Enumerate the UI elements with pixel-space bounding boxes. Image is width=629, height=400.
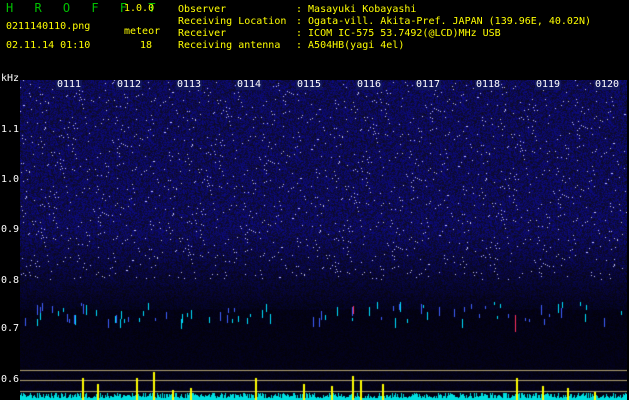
x-tick-label: 0111: [56, 79, 83, 90]
file-name: 0211140110.png: [6, 21, 91, 32]
info-row: Receiving antenna : A504HB(yagi 4el): [178, 40, 591, 52]
meteor-count: 18: [140, 40, 153, 51]
info-key: Observer: [178, 4, 227, 15]
info-row: Observer : Masayuki Kobayashi: [178, 4, 591, 16]
info-row: Receiver : ICOM IC-575 53.7492(@LCD)MHz U…: [178, 28, 591, 40]
app-version: 1.0.0: [124, 3, 155, 14]
station-info: Observer : Masayuki Kobayashi Receiving L…: [178, 4, 591, 52]
info-row: Receiving Location : Ogata-vill. Akita-Pr…: [178, 16, 591, 28]
x-tick-label: 0119: [535, 79, 562, 90]
x-tick-label: 0117: [415, 79, 442, 90]
x-tick-label: 0112: [116, 79, 143, 90]
x-tick-label: 0116: [356, 79, 383, 90]
y-tick-label: 1.1: [1, 124, 20, 135]
meteor-label: meteor: [124, 26, 161, 37]
info-value: : Ogata-vill. Akita-Pref. JAPAN (139.96E…: [296, 16, 592, 27]
y-tick-label: 0.7: [1, 323, 20, 334]
info-key: Receiving Location: [178, 16, 287, 27]
y-tick-label: 0.8: [1, 275, 20, 286]
date-time: 02.11.14 01:10: [6, 40, 91, 51]
x-tick-label: 0114: [236, 79, 263, 90]
info-value: : Masayuki Kobayashi: [296, 4, 417, 15]
info-key: Receiver: [178, 28, 227, 39]
x-tick-label: 0115: [296, 79, 323, 90]
info-value: : A504HB(yagi 4el): [296, 40, 405, 51]
x-tick-label: 0113: [176, 79, 203, 90]
y-tick-label: 1.0: [1, 174, 20, 185]
y-tick-label: 0.9: [1, 224, 20, 235]
hroft-window: H R O F F T 1.0.0 0211140110.png 02.11.1…: [0, 0, 629, 400]
x-tick-label: 0118: [475, 79, 502, 90]
spectrogram: [20, 80, 627, 400]
y-axis-unit: kHz: [1, 73, 20, 84]
x-tick-label: 0120: [594, 79, 621, 90]
y-tick-label: 0.6: [1, 374, 20, 385]
info-key: Receiving antenna: [178, 40, 281, 51]
info-value: : ICOM IC-575 53.7492(@LCD)MHz USB: [296, 28, 501, 39]
